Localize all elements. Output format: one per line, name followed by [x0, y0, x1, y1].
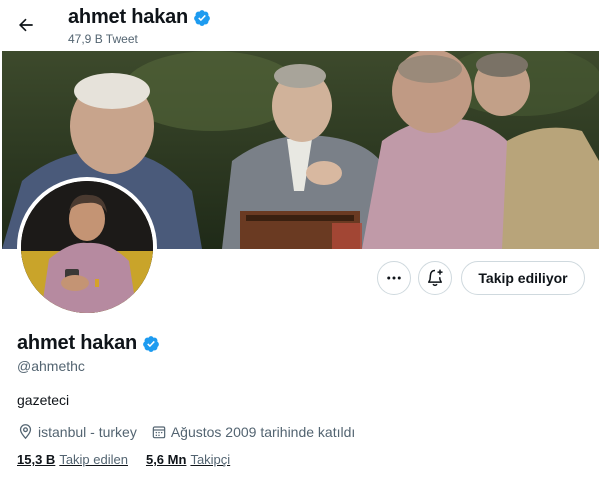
- verified-badge-icon[interactable]: [142, 335, 160, 353]
- location-pin-icon: [19, 424, 32, 440]
- header-name: ahmet hakan: [68, 6, 189, 28]
- following-link[interactable]: 15,3 B Takip edilen: [17, 452, 128, 467]
- following-button[interactable]: Takip ediliyor: [461, 261, 585, 295]
- profile-stats: 15,3 B Takip edilen 5,6 Mn Takipçi: [17, 452, 248, 467]
- header-title: ahmet hakan: [68, 6, 211, 29]
- top-bar: ahmet hakan 47,9 B Tweet: [0, 0, 604, 50]
- profile-bio: gazeteci: [17, 392, 70, 408]
- profile-name-row: ahmet hakan: [17, 332, 160, 355]
- following-label: Takip edilen: [59, 452, 128, 467]
- arrow-left-icon: [19, 18, 33, 32]
- calendar-icon: [152, 425, 166, 438]
- bell-plus-icon: [428, 269, 443, 287]
- back-button[interactable]: [10, 9, 42, 41]
- avatar-image: [21, 181, 153, 313]
- location-item: istanbul - turkey: [17, 423, 137, 440]
- notifications-button[interactable]: [418, 261, 452, 295]
- profile-name: ahmet hakan: [17, 332, 138, 354]
- joined-text: Ağustos 2009 tarihinde katıldı: [170, 423, 356, 440]
- more-horizontal-icon: [387, 276, 401, 280]
- profile-meta: istanbul - turkey Ağustos 2009 tarihinde…: [17, 423, 369, 440]
- tweet-count: 47,9 B Tweet: [68, 32, 138, 46]
- followers-count: 5,6 Mn: [145, 452, 187, 467]
- followers-label: Takipçi: [190, 452, 231, 467]
- verified-badge-icon: [193, 9, 211, 27]
- location-text: istanbul - turkey: [38, 423, 137, 440]
- joined-item: Ağustos 2009 tarihinde katıldı: [151, 424, 355, 440]
- more-button[interactable]: [377, 261, 411, 295]
- followers-link[interactable]: 5,6 Mn Takipçi: [146, 452, 230, 467]
- profile-avatar[interactable]: [17, 177, 157, 317]
- following-count: 15,3 B: [17, 452, 56, 467]
- profile-handle: @ahmethc: [17, 358, 85, 374]
